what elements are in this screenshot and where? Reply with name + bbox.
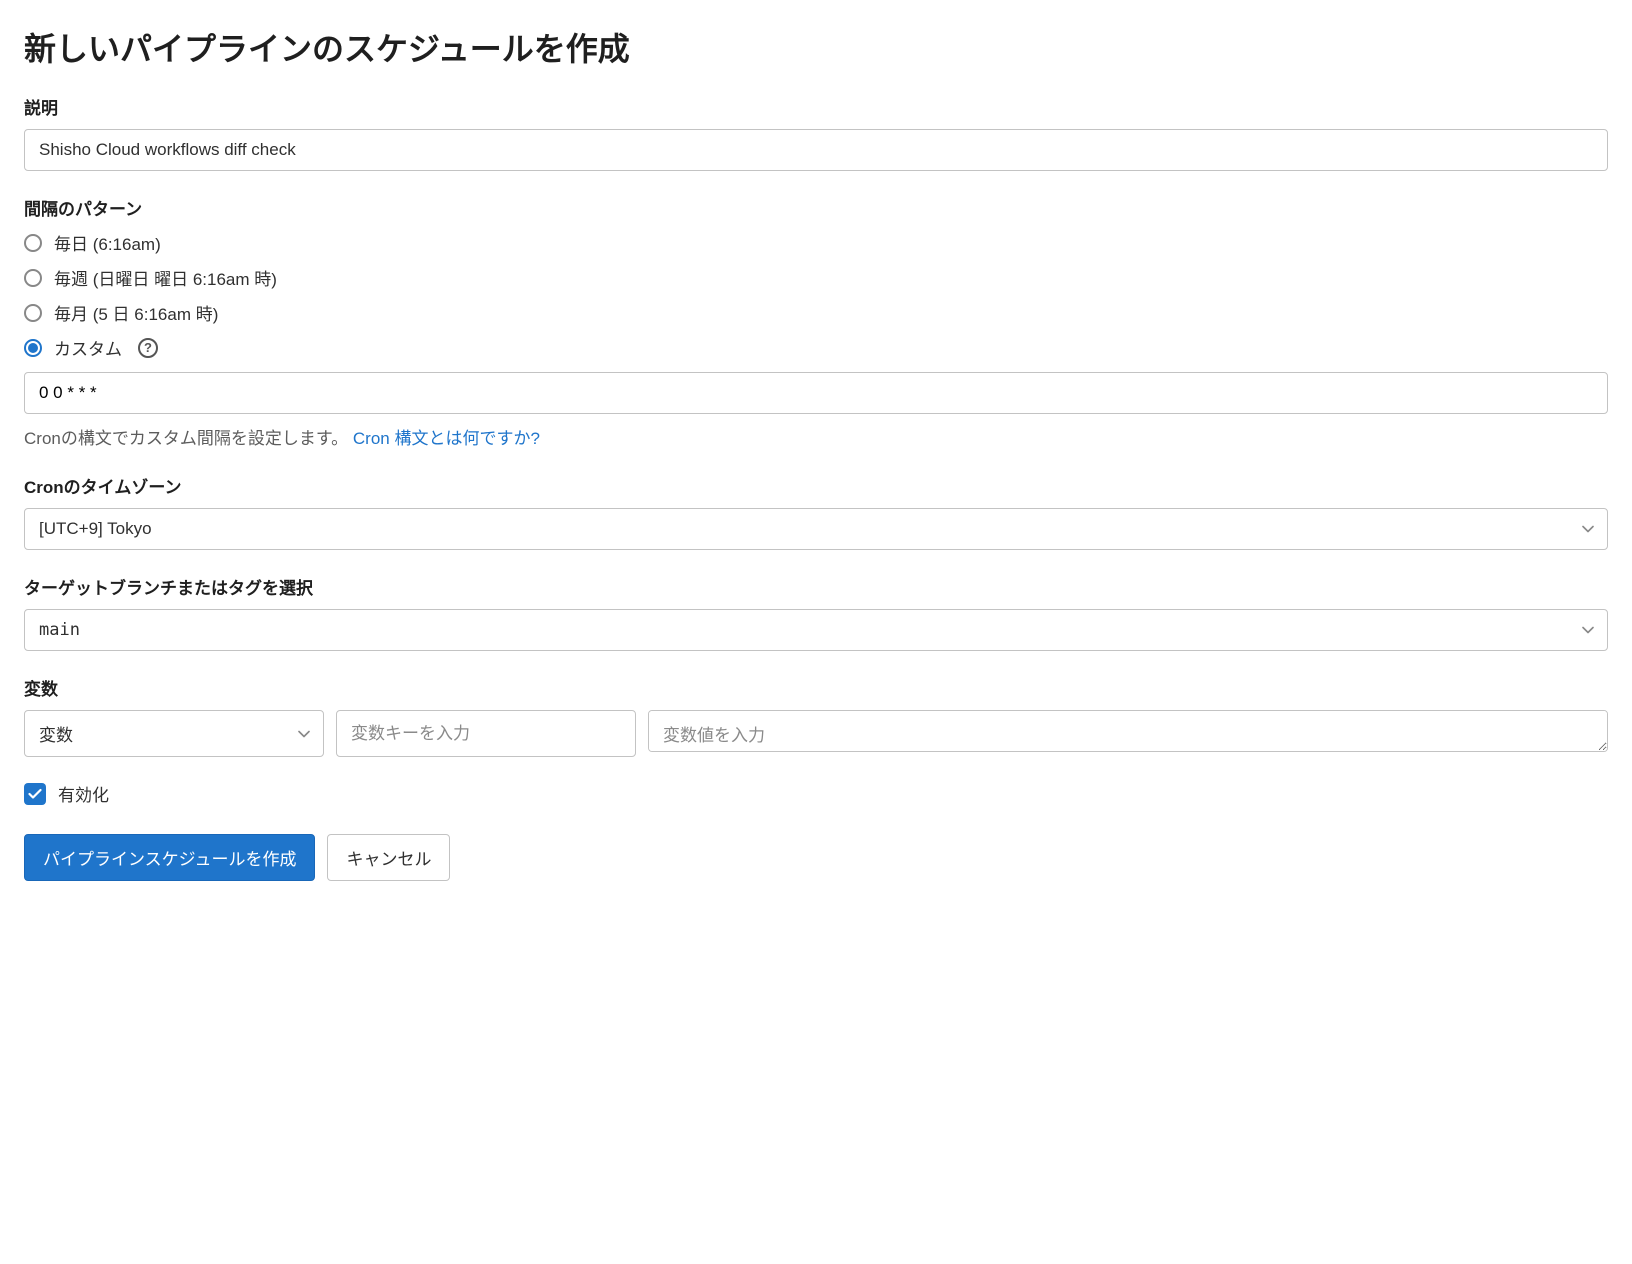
timezone-label: Cronのタイムゾーン [24, 473, 1608, 498]
page-title: 新しいパイプラインのスケジュールを作成 [24, 24, 1608, 70]
help-icon[interactable]: ? [138, 338, 158, 358]
cron-hint: Cronの構文でカスタム間隔を設定します。 Cron 構文とは何ですか? [24, 424, 1608, 449]
variable-type-select[interactable]: 変数 [24, 710, 324, 757]
interval-option-label: 毎日 (6:16am) [54, 230, 161, 255]
radio-icon [24, 234, 42, 252]
submit-button[interactable]: パイプラインスケジュールを作成 [24, 834, 315, 881]
radio-icon [24, 339, 42, 357]
target-label: ターゲットブランチまたはタグを選択 [24, 574, 1608, 599]
interval-label: 間隔のパターン [24, 195, 1608, 220]
interval-option-label: 毎月 (5 日 6:16am 時) [54, 300, 218, 325]
interval-option-label: 毎週 (日曜日 曜日 6:16am 時) [54, 265, 277, 290]
variables-label: 変数 [24, 675, 1608, 700]
radio-icon [24, 304, 42, 322]
interval-option-custom[interactable]: カスタム ? [24, 335, 1608, 360]
variable-value-input[interactable] [648, 710, 1608, 752]
timezone-select[interactable]: [UTC+9] Tokyo [24, 508, 1608, 550]
cron-syntax-link[interactable]: Cron 構文とは何ですか? [353, 429, 540, 448]
radio-icon [24, 269, 42, 287]
enabled-checkbox[interactable] [24, 783, 46, 805]
variable-key-input[interactable] [336, 710, 636, 757]
interval-option-weekly[interactable]: 毎週 (日曜日 曜日 6:16am 時) [24, 265, 1608, 290]
check-icon [28, 788, 42, 800]
interval-option-monthly[interactable]: 毎月 (5 日 6:16am 時) [24, 300, 1608, 325]
enabled-label: 有効化 [58, 781, 109, 806]
description-input[interactable] [24, 129, 1608, 171]
interval-option-daily[interactable]: 毎日 (6:16am) [24, 230, 1608, 255]
description-label: 説明 [24, 94, 1608, 119]
interval-option-label: カスタム [54, 335, 122, 360]
target-select[interactable]: main [24, 609, 1608, 651]
cancel-button[interactable]: キャンセル [327, 834, 450, 881]
cron-input[interactable] [24, 372, 1608, 414]
